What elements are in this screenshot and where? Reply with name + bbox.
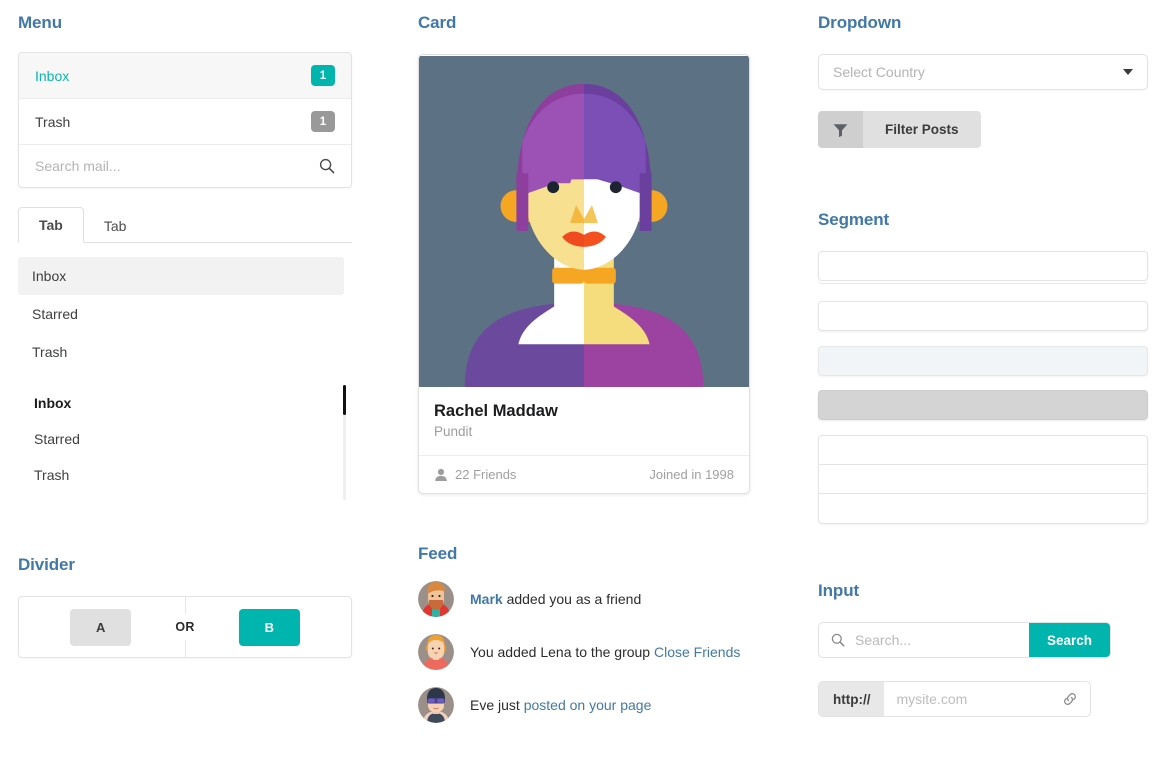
scroll-item-trash[interactable]: Trash <box>18 457 338 493</box>
input-section-title: Input <box>818 581 860 600</box>
url-input-placeholder: mysite.com <box>896 691 968 707</box>
list-item-starred[interactable]: Starred <box>18 295 352 333</box>
divider-section-title: Divider <box>18 555 75 574</box>
scroll-item-starred[interactable]: Starred <box>18 421 338 457</box>
scrollbar-thumb[interactable] <box>343 385 346 415</box>
divider-button-b[interactable]: B <box>238 608 300 646</box>
divider-or-label: OR <box>175 620 195 634</box>
tab-second[interactable]: Tab <box>84 209 147 243</box>
avatar <box>418 581 454 617</box>
feed-item[interactable]: Mark added you as a friend <box>418 581 750 617</box>
app-root: Menu Inbox 1 Trash 1 Search mail... Tab … <box>0 0 1159 775</box>
menu-search-row[interactable]: Search mail... <box>19 145 351 187</box>
menu-item-inbox-badge: 1 <box>311 65 335 86</box>
feed-link[interactable]: Mark <box>470 591 503 607</box>
feed-item-text: Eve just posted on your page <box>470 697 651 713</box>
segment-group-row <box>819 436 1147 465</box>
url-prefix-label: http:// <box>819 682 885 716</box>
menu-item-trash-label: Trash <box>35 113 71 130</box>
segment-secondary <box>818 346 1148 376</box>
profile-friends-count: 22 Friends <box>455 467 517 482</box>
scroll-item-inbox[interactable]: Inbox <box>18 385 338 421</box>
funnel-icon <box>818 111 863 148</box>
list-item-trash[interactable]: Trash <box>18 333 352 371</box>
profile-joined: Joined in 1998 <box>649 467 734 482</box>
dropdown-section-title: Dropdown <box>818 13 902 32</box>
menu-search-input[interactable]: Search mail... <box>35 158 121 174</box>
feed-item-text: Mark added you as a friend <box>470 591 641 607</box>
profile-name: Rachel Maddaw <box>434 402 558 420</box>
search-input-placeholder: Search... <box>855 632 912 648</box>
url-input[interactable]: mysite.com <box>884 682 1090 716</box>
segment-group <box>818 435 1148 524</box>
country-dropdown[interactable]: Select Country <box>818 54 1148 90</box>
feed-text-lead: Eve just <box>470 697 524 713</box>
divider-button-a[interactable]: A <box>70 608 132 646</box>
search-input[interactable]: Search... <box>819 623 1029 657</box>
menu-item-trash[interactable]: Trash 1 <box>19 99 351 145</box>
feed-item-text: You added Lena to the group Close Friend… <box>470 644 740 660</box>
menu-section-title: Menu <box>18 13 62 32</box>
column-center: Card Rachel Maddaw Pundit 22 Friends Joi… <box>418 0 750 723</box>
link-icon[interactable] <box>1062 691 1078 707</box>
avatar <box>418 634 454 670</box>
feed-section-title: Feed <box>418 544 458 563</box>
menu-item-trash-badge: 1 <box>311 111 335 132</box>
user-icon <box>434 468 448 482</box>
segment-tertiary <box>818 390 1148 420</box>
search-icon <box>831 633 845 647</box>
filter-posts-label: Filter Posts <box>863 111 981 148</box>
search-icon[interactable] <box>319 158 335 174</box>
profile-role: Pundit <box>434 424 473 439</box>
menu-scroll-list: Inbox Starred Trash <box>18 385 352 500</box>
search-input-group: Search... Search <box>818 622 1111 658</box>
feed-text-lead: You added Lena to the group <box>470 644 654 660</box>
divider-box: A OR B <box>18 596 352 658</box>
search-button[interactable]: Search <box>1028 623 1110 657</box>
segment-group-row <box>819 465 1147 494</box>
chevron-down-icon[interactable] <box>1123 69 1133 75</box>
list-item-inbox[interactable]: Inbox <box>18 257 344 295</box>
tab-first[interactable]: Tab <box>18 207 84 243</box>
url-input-group: http:// mysite.com <box>818 681 1091 717</box>
menu-item-inbox-label: Inbox <box>35 67 70 84</box>
menu-card: Inbox 1 Trash 1 Search mail... <box>18 52 352 188</box>
column-left: Menu Inbox 1 Trash 1 Search mail... Tab … <box>18 0 352 658</box>
profile-card-footer: 22 Friends Joined in 1998 <box>419 455 749 493</box>
segment-group-row <box>819 494 1147 523</box>
feed-link[interactable]: posted on your page <box>524 697 652 713</box>
menu-item-inbox[interactable]: Inbox 1 <box>19 53 351 99</box>
profile-card-body: Rachel Maddaw Pundit <box>419 388 749 455</box>
country-dropdown-value: Select Country <box>833 64 925 80</box>
avatar <box>418 687 454 723</box>
scrollbar-track[interactable] <box>343 385 346 500</box>
column-right: Dropdown Select Country Filter Posts Seg… <box>818 0 1148 717</box>
feed-link[interactable]: Close Friends <box>654 644 740 660</box>
profile-friends: 22 Friends <box>434 467 516 482</box>
feed-item[interactable]: Eve just posted on your page <box>418 687 750 723</box>
divider-line-top <box>185 596 186 614</box>
menu-plain-list: Inbox Starred Trash <box>18 257 352 371</box>
segment-section-title: Segment <box>818 210 890 229</box>
feed-text-rest: added you as a friend <box>502 591 642 607</box>
feed-item[interactable]: You added Lena to the group Close Friend… <box>418 634 750 670</box>
profile-card[interactable]: Rachel Maddaw Pundit 22 Friends Joined i… <box>418 54 750 494</box>
divider-line-bottom <box>185 640 186 658</box>
segment-plain <box>818 301 1148 331</box>
divider-or: OR <box>175 596 195 658</box>
card-section-title: Card <box>418 13 457 32</box>
tab-bar: Tab Tab <box>18 206 352 243</box>
profile-avatar-image <box>419 56 749 387</box>
segment-raised <box>818 251 1148 281</box>
filter-posts-button[interactable]: Filter Posts <box>818 111 981 148</box>
